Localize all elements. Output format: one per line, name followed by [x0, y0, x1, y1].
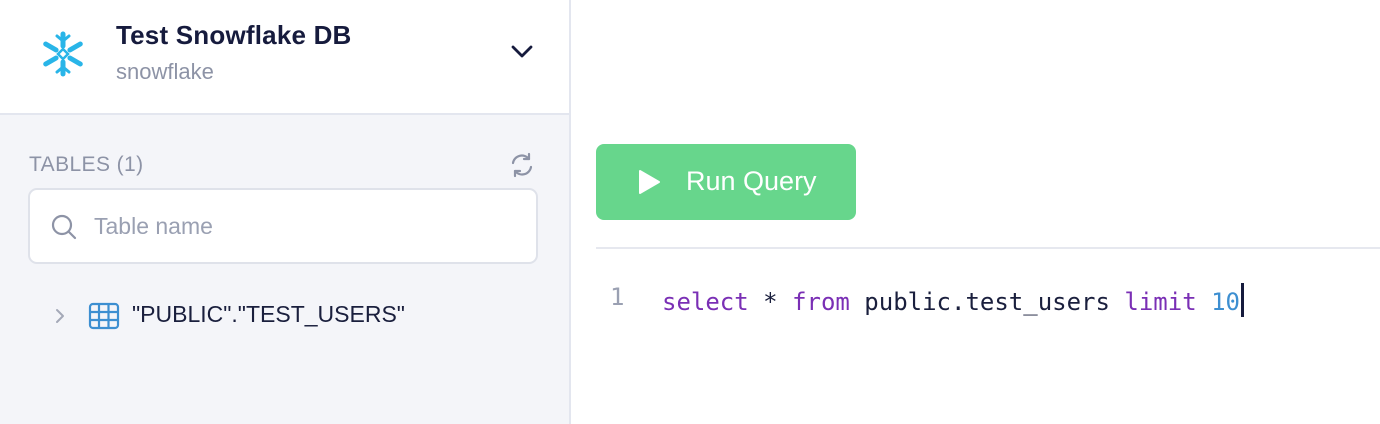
sql-keyword: from: [792, 288, 850, 316]
sql-code-line[interactable]: select * from public.test_users limit 10: [662, 283, 1245, 317]
sql-editor[interactable]: 1 select * from public.test_users limit …: [596, 280, 1380, 320]
play-icon: [639, 170, 660, 194]
table-list-item-label: "PUBLIC"."TEST_USERS": [132, 301, 405, 327]
tables-header: TABLES (1): [29, 153, 144, 176]
connection-type: snowflake: [116, 59, 214, 84]
chevron-down-icon[interactable]: [508, 40, 536, 64]
editor-divider: [596, 247, 1380, 249]
connection-name: Test Snowflake DB: [116, 20, 352, 50]
connection-selector[interactable]: Test Snowflake DB snowflake: [0, 0, 569, 115]
chevron-right-icon[interactable]: [52, 306, 68, 326]
text-cursor: [1241, 283, 1245, 317]
sidebar: Test Snowflake DB snowflake TABLES (1) T…: [0, 0, 571, 424]
sql-operator: *: [748, 288, 793, 316]
snowflake-logo-icon: [43, 31, 83, 77]
line-number: 1: [610, 283, 625, 311]
search-icon: [51, 214, 77, 240]
tables-panel: TABLES (1) Table name "PUBLIC"."TEST_USE…: [0, 115, 569, 424]
table-grid-icon: [88, 302, 120, 330]
sql-keyword: limit: [1124, 288, 1197, 316]
table-search: [28, 188, 538, 264]
sql-keyword: select: [662, 288, 749, 316]
run-query-label: Run Query: [686, 166, 817, 196]
sql-identifier: public.test_users: [849, 288, 1125, 316]
table-list-item[interactable]: "PUBLIC"."TEST_USERS": [48, 298, 528, 334]
query-editor-panel: Run Query 1 select * from public.test_us…: [573, 0, 1380, 424]
sql-number: 10: [1211, 288, 1241, 316]
run-query-button[interactable]: Run Query: [596, 144, 856, 220]
refresh-icon[interactable]: [508, 151, 536, 179]
table-search-input[interactable]: [94, 208, 514, 244]
